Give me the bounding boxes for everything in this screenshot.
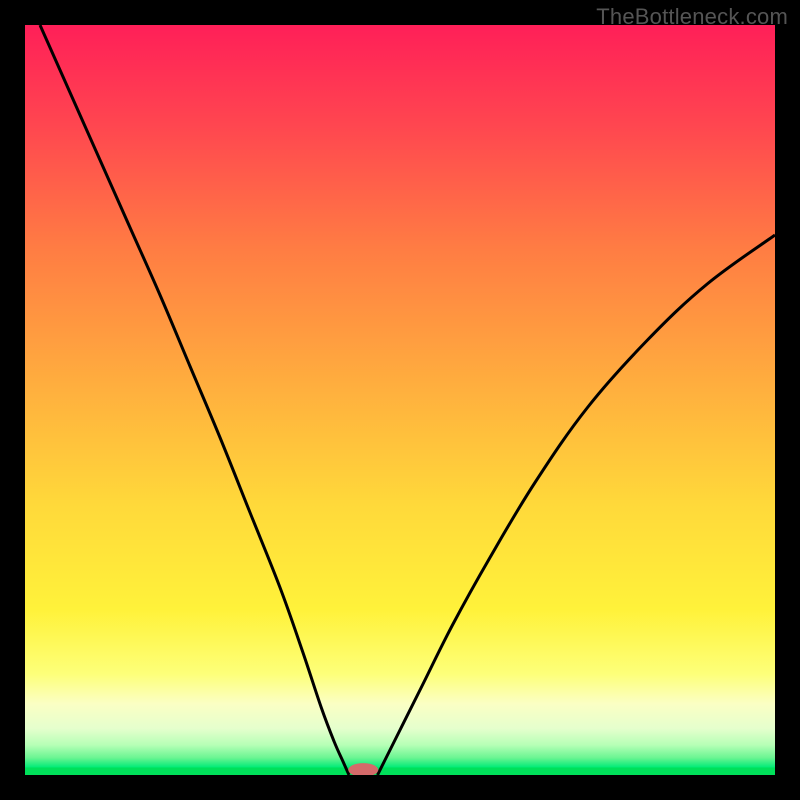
chart-frame [25, 25, 775, 775]
baseline-green [25, 768, 775, 776]
bottleneck-chart [25, 25, 775, 775]
chart-background [25, 25, 775, 775]
